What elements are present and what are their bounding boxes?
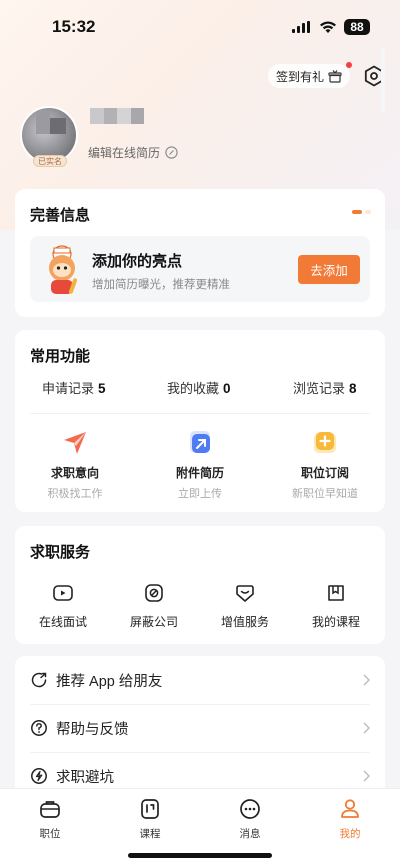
edit-resume-label: 编辑在线简历 [88, 146, 161, 160]
tab-messages[interactable]: 消息 [220, 797, 280, 841]
svc-label: 增值服务 [220, 615, 269, 629]
chevron-right-icon [363, 674, 370, 686]
status-time: 15:32 [52, 17, 96, 36]
help-icon [31, 720, 47, 736]
job-subscription-button[interactable]: 职位订阅 新职位早知道 [275, 428, 375, 501]
wifi-icon [320, 20, 336, 33]
course-icon [328, 585, 344, 601]
tab-courses[interactable]: 课程 [120, 797, 180, 841]
highlight-prompt[interactable]: 添加你的亮点 增加简历曝光，推荐更精准 去添加 [30, 236, 370, 302]
checkin-reward-button[interactable]: 签到有礼 [268, 62, 353, 88]
chat-icon [240, 799, 260, 819]
user-name-redacted[interactable] [90, 108, 144, 124]
list-item-label: 帮助与反馈 [56, 721, 129, 738]
edit-icon [165, 146, 178, 159]
chevron-right-icon [363, 722, 370, 734]
func-sub: 积极找工作 [47, 488, 103, 500]
job-intention-button[interactable]: 求职意向 积极找工作 [25, 428, 125, 501]
stat-label: 我的收藏 [167, 381, 220, 396]
home-indicator [128, 853, 272, 858]
chevron-right-icon [363, 770, 370, 782]
job-services-card: 求职服务 在线面试 屏蔽公司 增值服务 我的课程 [15, 526, 385, 644]
checkin-label: 签到有礼 [276, 69, 325, 84]
list-item-label: 推荐 App 给朋友 [56, 673, 163, 690]
paper-plane-icon [64, 432, 86, 454]
tab-jobs[interactable]: 职位 [20, 797, 80, 841]
block-company-button[interactable]: 屏蔽公司 [114, 582, 194, 630]
notification-dot [346, 62, 353, 68]
attachment-resume-button[interactable]: 附件简历 立即上传 [150, 428, 250, 501]
complete-info-title: 完善信息 [30, 207, 91, 224]
status-bar: 15:32 88 [0, 0, 400, 54]
tab-label: 我的 [339, 828, 361, 840]
stat-label: 浏览记录 [293, 381, 346, 396]
divider [30, 413, 370, 414]
stat-value: 0 [223, 381, 231, 396]
my-courses-button[interactable]: 我的课程 [296, 582, 376, 630]
mascot-illustration [49, 245, 78, 294]
highlight-title: 添加你的亮点 [92, 253, 183, 270]
menu-list-card: 推荐 App 给朋友 帮助与反馈 求职避坑 [15, 656, 385, 806]
tab-mine[interactable]: 我的 [320, 797, 380, 841]
value-added-services-button[interactable]: 增值服务 [205, 582, 285, 630]
block-icon [145, 584, 163, 602]
highlight-subtitle: 增加简历曝光，推荐更精准 [92, 279, 230, 291]
share-icon [31, 672, 47, 688]
common-functions-card: 常用功能 申请记录 5 我的收藏 0 浏览记录 8 求职意向 积极找工作 附件简历 立… [15, 330, 385, 512]
shield-icon [31, 768, 47, 784]
book-icon [141, 799, 159, 819]
stats-row: 申请记录 5 我的收藏 0 浏览记录 8 [15, 378, 385, 400]
online-interview-button[interactable]: 在线面试 [23, 582, 103, 630]
signal-icon [292, 21, 310, 33]
edit-resume-link[interactable]: 编辑在线简历 [88, 144, 178, 161]
verified-badge: 已实名 [33, 155, 67, 167]
func-label: 职位订阅 [300, 466, 349, 480]
tab-label: 课程 [139, 828, 161, 840]
subscribe-plus-icon [314, 432, 336, 453]
tab-label: 职位 [39, 828, 61, 840]
list-item-label: 求职避坑 [56, 769, 114, 786]
stat-applications[interactable]: 申请记录 5 [42, 378, 106, 397]
func-label: 求职意向 [50, 466, 99, 480]
stat-label: 申请记录 [42, 381, 95, 396]
complete-info-card: 完善信息 添加你的亮点 增加简历曝光，推荐更精准 去添加 [15, 189, 385, 317]
common-functions-title: 常用功能 [30, 348, 91, 365]
recommend-app-item[interactable]: 推荐 App 给朋友 [15, 656, 385, 704]
func-label: 附件简历 [175, 466, 224, 480]
job-services-title: 求职服务 [30, 544, 91, 561]
diamond-icon [236, 585, 254, 602]
svc-label: 屏蔽公司 [129, 615, 178, 629]
upload-file-icon [190, 431, 210, 453]
func-sub: 新职位早知道 [292, 488, 358, 500]
video-icon [53, 585, 73, 601]
briefcase-icon [40, 801, 60, 818]
next-card-peek [381, 47, 385, 113]
func-sub: 立即上传 [178, 488, 222, 500]
stat-history[interactable]: 浏览记录 8 [293, 378, 357, 397]
help-feedback-item[interactable]: 帮助与反馈 [15, 704, 385, 752]
gift-icon [328, 70, 342, 83]
avatar-pixelation [36, 112, 50, 134]
carousel-indicator [352, 210, 371, 214]
avatar-pixelation [50, 118, 66, 134]
battery-indicator: 88 [344, 19, 370, 35]
add-highlight-button[interactable]: 去添加 [298, 255, 360, 284]
stat-favorites[interactable]: 我的收藏 0 [167, 378, 231, 397]
tab-label: 消息 [239, 828, 261, 840]
svc-label: 我的课程 [311, 615, 360, 629]
person-icon [341, 799, 359, 818]
stat-value: 5 [98, 381, 106, 396]
stat-value: 8 [349, 381, 357, 396]
svc-label: 在线面试 [38, 615, 87, 629]
status-indicators: 88 [292, 19, 370, 35]
